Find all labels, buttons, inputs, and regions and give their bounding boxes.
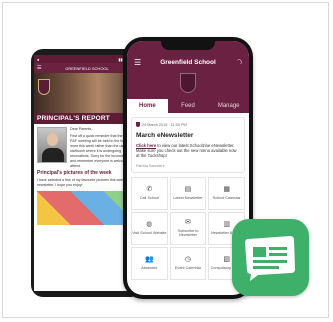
forms-icon: ▧ [223,255,230,263]
tab-bar: Home Feed Manage [127,99,249,113]
absences-icon: 👥 [144,255,154,263]
tile-subscribe[interactable]: ✉ Subscribe to Newsletter [169,211,207,245]
tab-home[interactable]: Home [127,99,168,113]
app-header: ☰ Greenfield School ◠ Home Feed Manage [127,41,249,113]
pictures-heading: Principal's pictures of the week [37,170,112,176]
iphone-screen: ☰ Greenfield School ◠ Home Feed Manage 2… [127,41,249,295]
app-title: Greenfield School [160,58,216,66]
newsletter-post-card[interactable]: 24 March 2019 · 11:00 PM March eNewslett… [131,117,245,173]
tile-event-calendar[interactable]: ◷ Event Calendar [169,246,207,280]
post-author: Patricia Saunders [136,163,165,168]
pictures-text: I have selected a few of my favourite pi… [37,178,128,187]
principal-photo [37,127,67,163]
tab-feed[interactable]: Feed [168,99,209,113]
tab-manage[interactable]: Manage [208,99,249,113]
tile-visit-website[interactable]: ◍ Visit School Website [131,211,168,245]
clock-icon: ◷ [184,255,192,263]
subscribe-icon: ✉ [185,218,191,226]
post-date: 24 March 2019 · 11:00 PM [142,122,187,127]
promo-frame: ●▮▮ ▾ 12:30 ☰ GREENFIELD SCHOOL PRINCIPA… [2,2,329,318]
quick-links-grid: ✆ Call School ▤ Latest Newsletter ▦ Scho… [131,176,245,280]
tile-absentee[interactable]: 👥 Absentee [131,246,168,280]
tile-school-calendar[interactable]: ▦ School Calendar [208,176,245,210]
tile-label: Visit School Website [132,230,167,235]
top-bar: ☰ Greenfield School ◠ [127,55,249,69]
phone-notch [161,41,215,50]
newsletter-icon: ▤ [184,185,192,193]
menu-icon[interactable]: ☰ [37,65,41,71]
globe-icon: ◍ [146,220,153,228]
rss-icon[interactable]: ◠ [234,57,244,67]
archive-icon: ▥ [223,220,230,228]
photo-collage [37,191,137,225]
school-crest-icon [136,122,140,127]
newsletter-app-icon [232,219,309,296]
post-title: March eNewsletter [136,132,194,139]
tile-label: Latest Newsletter [173,195,203,200]
school-crest-icon [180,73,196,93]
school-name: GREENFIELD SCHOOL [65,65,109,71]
tile-call-school[interactable]: ✆ Call School [131,176,168,210]
post-meta: 24 March 2019 · 11:00 PM [136,122,240,127]
phone-icon: ✆ [146,185,153,193]
tile-label: Subscribe to Newsletter [177,228,199,238]
newsletter-app-icon-graphic [245,236,295,281]
tile-latest-newsletter[interactable]: ▤ Latest Newsletter [169,176,207,210]
menu-icon[interactable]: ☰ [134,58,141,67]
post-body: Click here to view our latest Schoolzine… [136,143,240,159]
tile-label: Call School [139,195,159,200]
school-crest-icon [38,79,50,95]
tile-label: Event Calendar [174,265,202,270]
tile-label: School Calendar [212,195,241,200]
calendar-icon: ▦ [223,185,230,193]
tile-label: Absentee [141,265,158,270]
